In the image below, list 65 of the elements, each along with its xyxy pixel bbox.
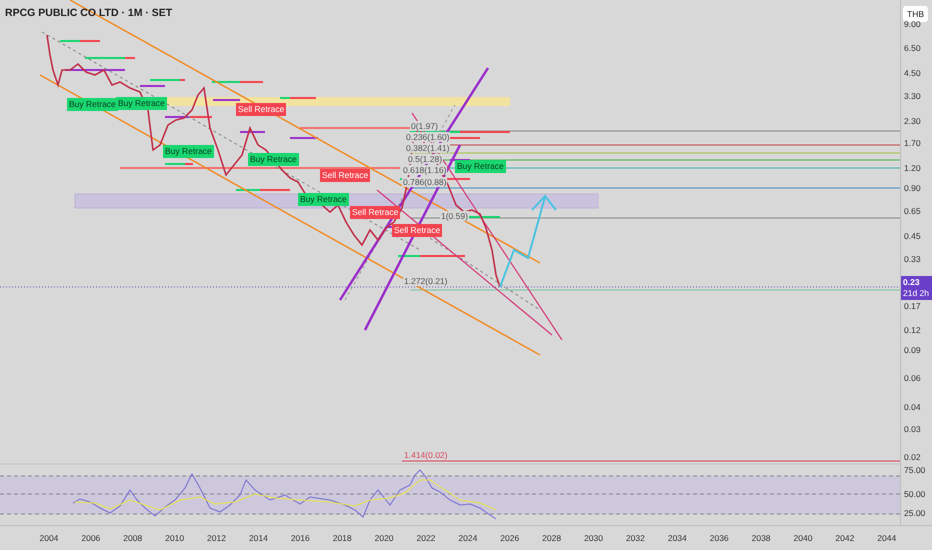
buy-retrace-label: Buy Retrace [248, 153, 299, 166]
time-axis-label: 2044 [876, 533, 898, 543]
price-axis-label: 0.90 [904, 183, 921, 193]
fibonacci-label: 1.272(0.21) [403, 276, 448, 286]
buy-retrace-label: Buy Retrace [455, 160, 506, 173]
price-axis-label: 0.09 [904, 345, 921, 355]
price-axis-label: 0.03 [904, 424, 921, 434]
bar-countdown: 21d 2h [903, 288, 930, 299]
fibonacci-label: 1(0.59) [440, 211, 469, 221]
rsi-axis-label: 25.00 [904, 508, 926, 518]
time-axis-label: 2022 [416, 533, 436, 543]
fibonacci-label: 0.618(1.16) [402, 165, 448, 175]
price-axis-label: 0.17 [904, 301, 921, 311]
time-axis-label: 2030 [583, 533, 604, 543]
time-axis-label: 2032 [624, 533, 646, 543]
chart-title: RPCG PUBLIC CO LTD · 1M · SET [5, 7, 172, 19]
fibonacci-label: 0.5(1.28) [407, 154, 444, 164]
buy-retrace-label: Buy Retrace [298, 193, 349, 206]
time-axis-label: 2016 [290, 533, 311, 543]
price-tag-value: 0.23 [903, 277, 921, 288]
time-axis-label: 2004 [38, 533, 60, 543]
rsi-axis-label: 75.00 [904, 465, 926, 475]
time-axis-label: 2024 [457, 533, 478, 543]
sell-retrace-label: Sell Retrace [392, 224, 442, 237]
sell-retrace-label: Sell Retrace [236, 103, 286, 116]
time-axis-label: 2014 [248, 533, 269, 543]
fibonacci-label: 1.414(0.02) [403, 450, 448, 460]
buy-retrace-label: Buy Retrace [163, 145, 214, 158]
price-axis-label: 3.30 [904, 91, 921, 101]
price-axis-label: 0.12 [904, 325, 921, 335]
time-axis-label: 2042 [834, 533, 856, 543]
fibonacci-label: 0.786(0.88) [402, 177, 448, 187]
time-axis-label: 2012 [206, 533, 227, 543]
time-axis-label: 2028 [541, 533, 562, 543]
time-axis-label: 2036 [708, 533, 730, 543]
time-axis-label: 2020 [374, 533, 395, 543]
price-axis-label: 0.04 [904, 402, 921, 412]
price-axis-label: 6.50 [904, 43, 921, 53]
price-axis-label: 0.65 [904, 206, 921, 216]
price-axis-label: 0.06 [904, 373, 921, 383]
price-axis-label: 2.30 [904, 116, 921, 126]
price-axis-label: 0.45 [904, 231, 921, 241]
time-axis-label: 2010 [164, 533, 186, 543]
time-axis-label: 2008 [122, 533, 144, 543]
price-axis-label: 9.00 [904, 19, 921, 29]
price-axis-label: 4.50 [904, 68, 921, 78]
buy-retrace-label: Buy Retrace [67, 98, 118, 111]
time-axis-label: 2034 [666, 533, 688, 543]
currency-label: THB [903, 6, 928, 22]
buy-retrace-label: Buy Retrace [116, 97, 167, 110]
sell-retrace-label: Sell Retrace [350, 206, 400, 219]
fibonacci-label: 0.236(1.60) [405, 132, 450, 142]
time-axis-label: 2038 [750, 533, 772, 543]
price-axis-label: 0.02 [904, 452, 921, 462]
sell-retrace-label: Sell Retrace [320, 169, 370, 182]
price-axis-label: 1.20 [904, 163, 921, 173]
time-axis-label: 2040 [792, 533, 814, 543]
fibonacci-label: 0.382(1.41) [405, 143, 450, 153]
fibonacci-label: 0(1.97) [410, 121, 439, 131]
rsi-axis-label: 50.00 [904, 489, 926, 499]
time-axis-label: 2006 [80, 533, 102, 543]
time-axis-label: 2018 [332, 533, 353, 543]
time-axis-label: 2026 [499, 533, 520, 543]
price-axis-label: 0.33 [904, 254, 921, 264]
price-axis-label: 1.70 [904, 138, 921, 148]
